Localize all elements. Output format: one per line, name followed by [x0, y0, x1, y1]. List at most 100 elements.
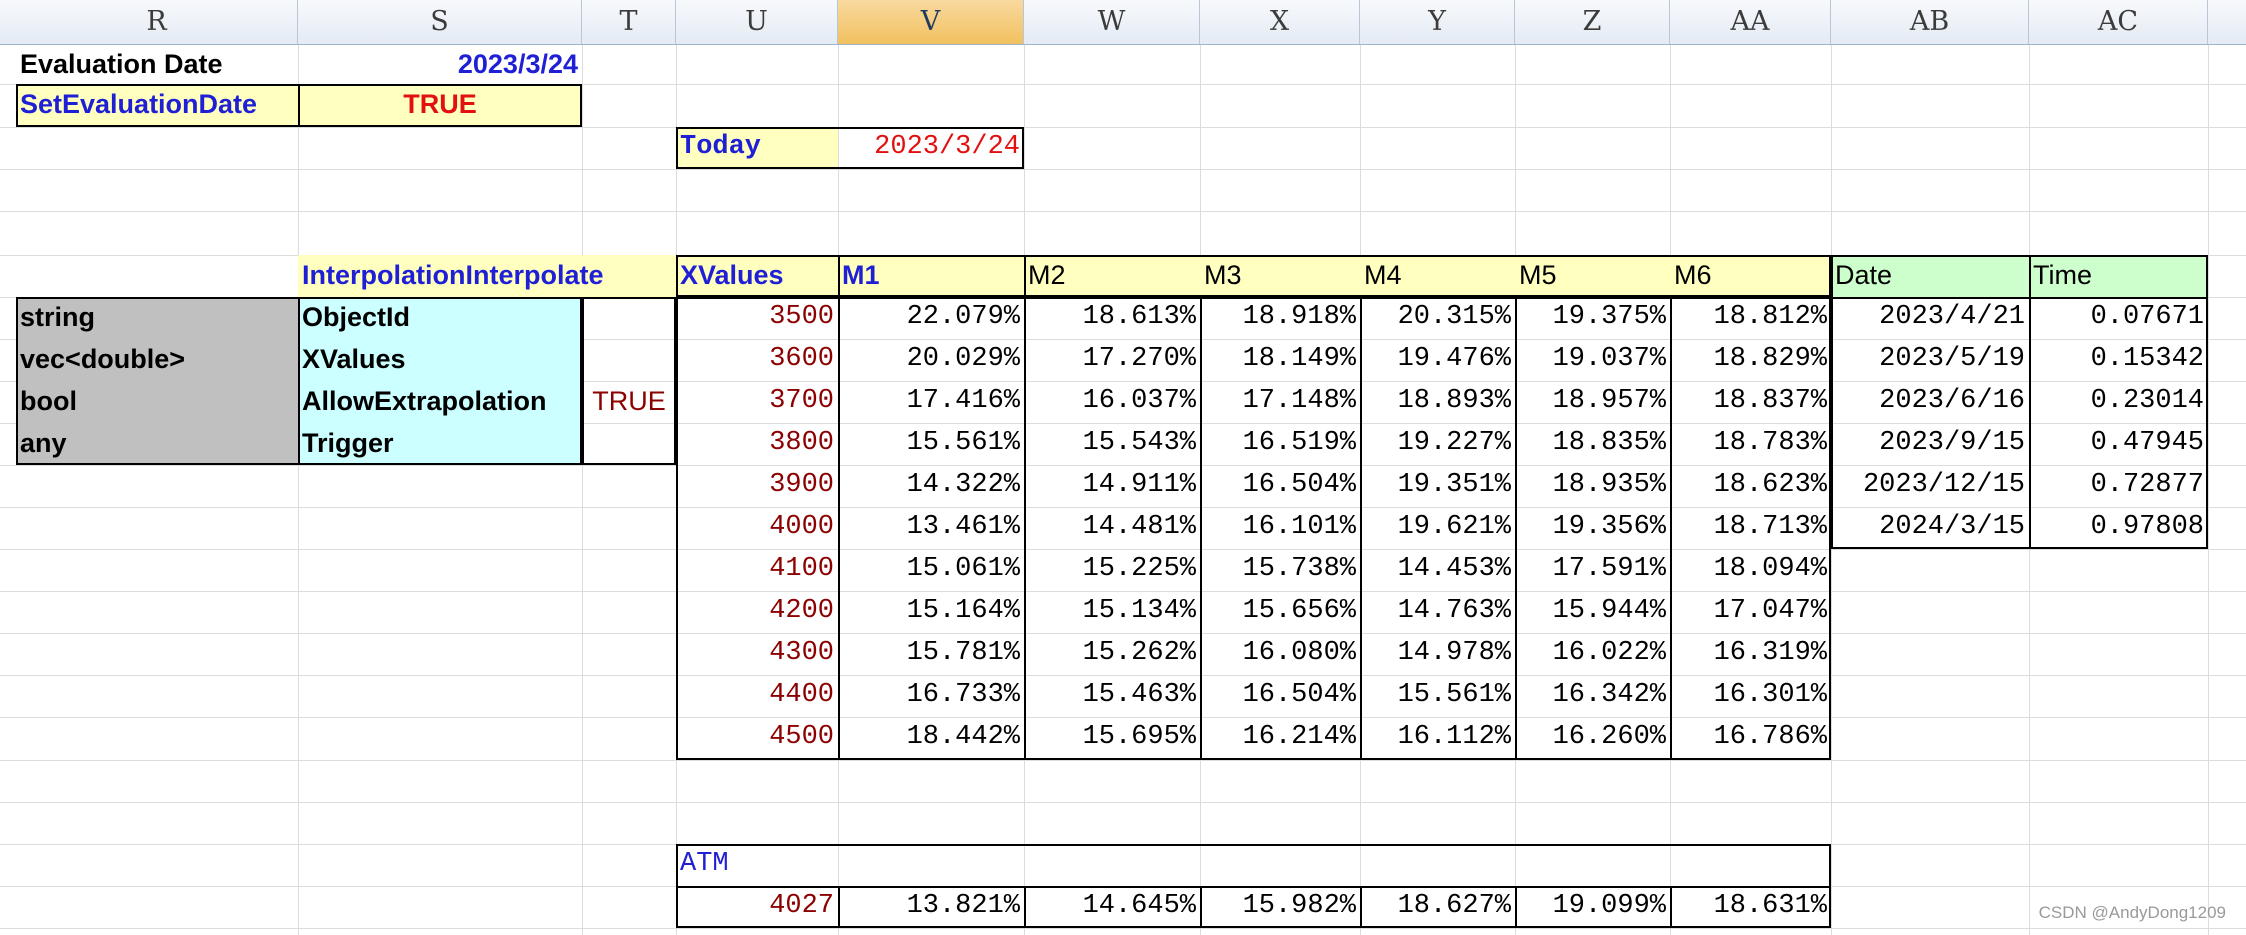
- xvalue-cell[interactable]: 4200: [676, 591, 838, 633]
- vol-cell[interactable]: 16.519%: [1200, 423, 1360, 465]
- column-header-v[interactable]: V: [838, 0, 1024, 44]
- param-type-0[interactable]: string: [16, 297, 298, 339]
- spreadsheet[interactable]: Evaluation Date 2023/3/24 SetEvaluationDat…: [0, 0, 2246, 935]
- vol-cell[interactable]: 15.695%: [1024, 717, 1200, 760]
- vol-cell[interactable]: 15.781%: [838, 633, 1024, 675]
- vol-cell[interactable]: 18.893%: [1360, 381, 1515, 423]
- interp-function-title[interactable]: InterpolationInterpolate: [298, 255, 676, 297]
- xvalue-cell[interactable]: 3800: [676, 423, 838, 465]
- date-cell[interactable]: 2023/5/19: [1831, 339, 2029, 381]
- vol-cell[interactable]: 18.918%: [1200, 297, 1360, 339]
- time-cell[interactable]: 0.23014: [2029, 381, 2208, 423]
- vol-cell[interactable]: 18.835%: [1515, 423, 1670, 465]
- month-header-m5[interactable]: M5: [1515, 255, 1670, 297]
- vol-cell[interactable]: 15.061%: [838, 549, 1024, 591]
- vol-cell[interactable]: 18.442%: [838, 717, 1024, 760]
- vol-cell[interactable]: 16.301%: [1670, 675, 1831, 717]
- column-header-s[interactable]: S: [298, 0, 582, 44]
- date-header[interactable]: Date: [1831, 255, 2029, 297]
- vol-cell[interactable]: 18.837%: [1670, 381, 1831, 423]
- vol-cell[interactable]: 22.079%: [838, 297, 1024, 339]
- vol-cell[interactable]: 16.080%: [1200, 633, 1360, 675]
- vol-cell[interactable]: 16.786%: [1670, 717, 1831, 760]
- month-header-m2[interactable]: M2: [1024, 255, 1200, 297]
- atm-vol-cell[interactable]: 14.645%: [1024, 886, 1200, 928]
- param-name-0[interactable]: ObjectId: [298, 297, 582, 339]
- time-cell[interactable]: 0.97808: [2029, 507, 2208, 549]
- vol-cell[interactable]: 15.738%: [1200, 549, 1360, 591]
- atm-vol-cell[interactable]: 19.099%: [1515, 886, 1670, 928]
- time-cell[interactable]: 0.07671: [2029, 297, 2208, 339]
- column-header-t[interactable]: T: [582, 0, 676, 44]
- vol-cell[interactable]: 16.504%: [1200, 675, 1360, 717]
- set-evaluation-date-value[interactable]: TRUE: [298, 84, 582, 127]
- vol-cell[interactable]: 18.957%: [1515, 381, 1670, 423]
- date-cell[interactable]: 2024/3/15: [1831, 507, 2029, 549]
- xvalue-cell[interactable]: 3500: [676, 297, 838, 339]
- vol-cell[interactable]: 18.935%: [1515, 465, 1670, 507]
- vol-cell[interactable]: 16.504%: [1200, 465, 1360, 507]
- vol-cell[interactable]: 15.561%: [1360, 675, 1515, 717]
- vol-cell[interactable]: 15.656%: [1200, 591, 1360, 633]
- time-cell[interactable]: 0.47945: [2029, 423, 2208, 465]
- vol-cell[interactable]: 18.623%: [1670, 465, 1831, 507]
- vol-cell[interactable]: 16.733%: [838, 675, 1024, 717]
- vol-cell[interactable]: 19.621%: [1360, 507, 1515, 549]
- vol-cell[interactable]: 17.047%: [1670, 591, 1831, 633]
- vol-cell[interactable]: 19.227%: [1360, 423, 1515, 465]
- vol-cell[interactable]: 16.112%: [1360, 717, 1515, 760]
- xvalue-cell[interactable]: 3600: [676, 339, 838, 381]
- vol-cell[interactable]: 16.342%: [1515, 675, 1670, 717]
- vol-cell[interactable]: 14.322%: [838, 465, 1024, 507]
- month-header-m3[interactable]: M3: [1200, 255, 1360, 297]
- xvalue-cell[interactable]: 4100: [676, 549, 838, 591]
- vol-cell[interactable]: 17.148%: [1200, 381, 1360, 423]
- column-header-w[interactable]: W: [1024, 0, 1200, 44]
- atm-x-value[interactable]: 4027: [676, 886, 838, 928]
- vol-cell[interactable]: 14.481%: [1024, 507, 1200, 549]
- vol-cell[interactable]: 18.829%: [1670, 339, 1831, 381]
- atm-vol-cell[interactable]: 18.631%: [1670, 886, 1831, 928]
- xvalues-header[interactable]: XValues: [676, 255, 838, 297]
- atm-vol-cell[interactable]: 18.627%: [1360, 886, 1515, 928]
- xvalue-cell[interactable]: 4300: [676, 633, 838, 675]
- month-header-m6[interactable]: M6: [1670, 255, 1831, 297]
- vol-cell[interactable]: 17.416%: [838, 381, 1024, 423]
- param-name-1[interactable]: XValues: [298, 339, 582, 381]
- column-header-x[interactable]: X: [1200, 0, 1360, 44]
- atm-vol-cell[interactable]: 13.821%: [838, 886, 1024, 928]
- column-header-aa[interactable]: AA: [1670, 0, 1831, 44]
- param-type-3[interactable]: any: [16, 423, 298, 465]
- xvalue-cell[interactable]: 4000: [676, 507, 838, 549]
- date-cell[interactable]: 2023/4/21: [1831, 297, 2029, 339]
- evaluation-date-value[interactable]: 2023/3/24: [298, 44, 582, 84]
- vol-cell[interactable]: 16.022%: [1515, 633, 1670, 675]
- atm-label[interactable]: ATM: [676, 844, 838, 886]
- vol-cell[interactable]: 16.319%: [1670, 633, 1831, 675]
- xvalue-cell[interactable]: 4500: [676, 717, 838, 760]
- column-header-ab[interactable]: AB: [1831, 0, 2029, 44]
- vol-cell[interactable]: 15.944%: [1515, 591, 1670, 633]
- set-evaluation-date-label[interactable]: SetEvaluationDate: [16, 84, 298, 127]
- vol-cell[interactable]: 17.270%: [1024, 339, 1200, 381]
- vol-cell[interactable]: 15.262%: [1024, 633, 1200, 675]
- vol-cell[interactable]: 15.164%: [838, 591, 1024, 633]
- column-header-y[interactable]: Y: [1360, 0, 1515, 44]
- vol-cell[interactable]: 16.101%: [1200, 507, 1360, 549]
- vol-cell[interactable]: 15.561%: [838, 423, 1024, 465]
- vol-cell[interactable]: 20.029%: [838, 339, 1024, 381]
- param-name-2[interactable]: AllowExtrapolation: [298, 381, 582, 423]
- column-header-u[interactable]: U: [676, 0, 838, 44]
- vol-cell[interactable]: 18.149%: [1200, 339, 1360, 381]
- date-cell[interactable]: 2023/12/15: [1831, 465, 2029, 507]
- vol-cell[interactable]: 18.713%: [1670, 507, 1831, 549]
- vol-cell[interactable]: 13.461%: [838, 507, 1024, 549]
- vol-cell[interactable]: 15.134%: [1024, 591, 1200, 633]
- vol-cell[interactable]: 20.315%: [1360, 297, 1515, 339]
- atm-vol-cell[interactable]: 15.982%: [1200, 886, 1360, 928]
- time-cell[interactable]: 0.72877: [2029, 465, 2208, 507]
- evaluation-date-label[interactable]: Evaluation Date: [16, 44, 298, 84]
- vol-cell[interactable]: 14.763%: [1360, 591, 1515, 633]
- date-cell[interactable]: 2023/6/16: [1831, 381, 2029, 423]
- xvalue-cell[interactable]: 4400: [676, 675, 838, 717]
